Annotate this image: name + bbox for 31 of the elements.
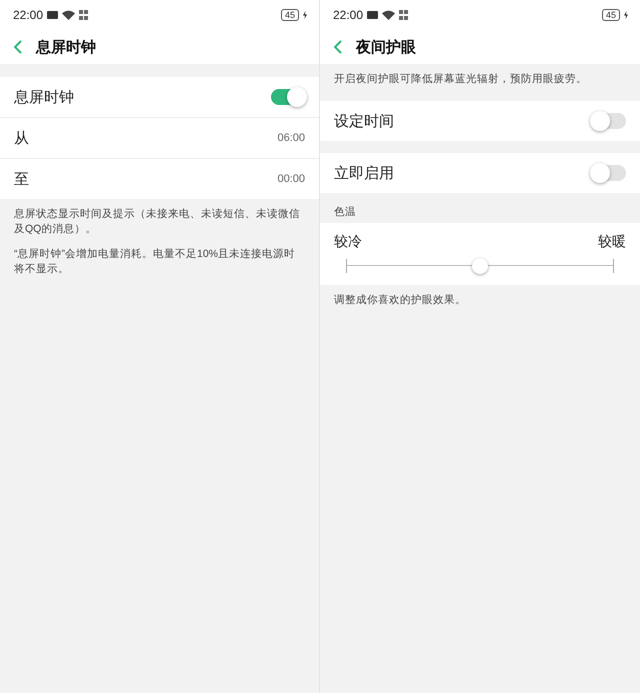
- min-label: 较冷: [334, 233, 362, 251]
- message-icon: [47, 11, 58, 19]
- battery-level: 45: [602, 9, 620, 21]
- slider-track[interactable]: [346, 259, 614, 273]
- wifi-icon: [62, 10, 76, 20]
- max-label: 较暖: [598, 233, 626, 251]
- page-title: 夜间护眼: [356, 38, 416, 56]
- setting-label: 立即启用: [334, 164, 395, 182]
- status-time: 22:00: [13, 8, 44, 22]
- description-text: 开启夜间护眼可降低屏幕蓝光辐射，预防用眼疲劳。: [333, 72, 588, 87]
- toggle-switch[interactable]: [271, 89, 305, 105]
- message-icon: [367, 11, 378, 19]
- toggle-switch[interactable]: [592, 113, 626, 129]
- charging-icon: [303, 11, 307, 19]
- section-label: 色温: [333, 205, 357, 220]
- time-row[interactable]: 从 06:00: [0, 118, 319, 159]
- battery-level: 45: [280, 9, 299, 21]
- description-text: 息屏状态显示时间及提示（未接来电、未读短信、未读微信及QQ的消息）。: [13, 207, 301, 237]
- back-icon[interactable]: [334, 40, 342, 54]
- charging-icon: [624, 11, 628, 19]
- page-title: 息屏时钟: [36, 38, 96, 56]
- time-row[interactable]: 至 00:00: [0, 159, 319, 199]
- status-time: 22:00: [333, 8, 364, 22]
- setting-label: 设定时间: [334, 112, 395, 130]
- wifi-icon: [382, 10, 396, 20]
- slider-thumb[interactable]: [472, 258, 488, 274]
- toggle-switch[interactable]: [592, 165, 626, 181]
- setting-label: 息屏时钟: [14, 88, 75, 106]
- description-text: “息屏时钟”会增加电量消耗。电量不足10%且未连接电源时将不显示。: [13, 247, 296, 277]
- back-icon[interactable]: [14, 40, 22, 54]
- description-text: 调整成你喜欢的护眼效果。: [333, 293, 467, 308]
